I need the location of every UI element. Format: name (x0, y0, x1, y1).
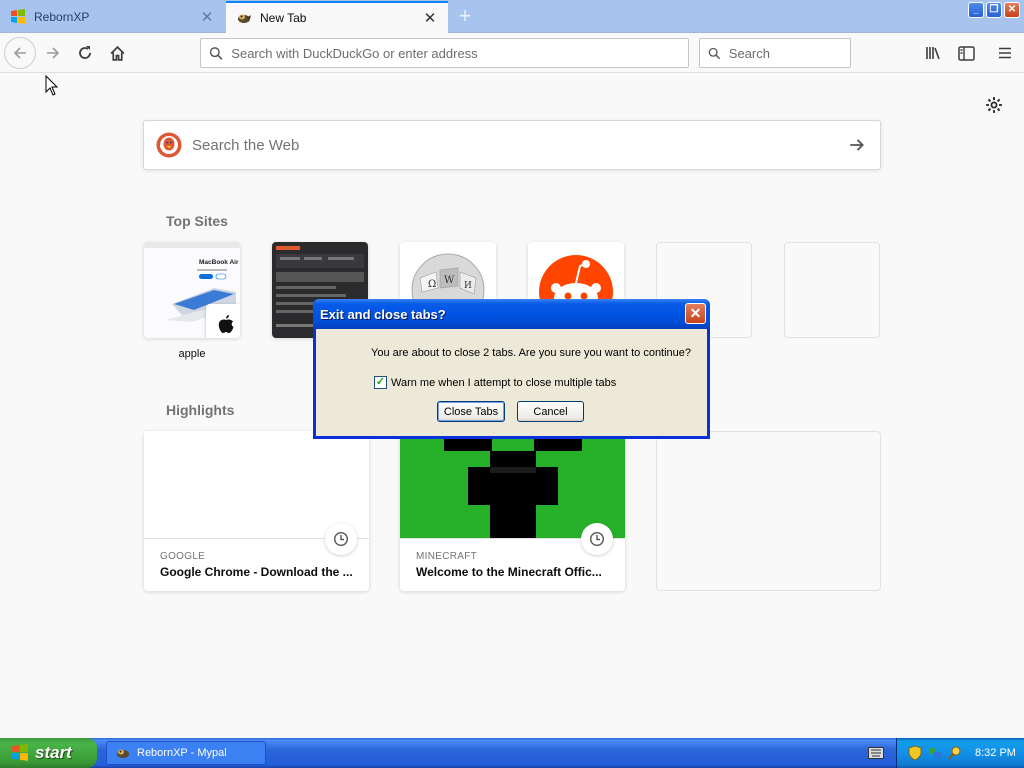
sidebar-icon (957, 45, 975, 61)
svg-text:W: W (444, 275, 455, 286)
url-input[interactable] (231, 45, 688, 61)
window-controls: _ ❐ ✕ (968, 2, 1020, 18)
reload-button[interactable] (69, 37, 101, 69)
library-icon (926, 47, 940, 60)
windows-flag-icon (12, 744, 28, 761)
close-icon[interactable]: ✕ (199, 9, 215, 26)
tab-label: RebornXP (34, 10, 90, 24)
sidebar-button[interactable] (950, 37, 982, 69)
close-icon[interactable]: ✕ (422, 10, 438, 27)
highlight-empty-slot (656, 431, 881, 591)
search-tray-icon[interactable] (947, 745, 963, 761)
close-tabs-dialog: Exit and close tabs? ✕ You are about to … (313, 299, 710, 439)
close-tabs-button[interactable]: Close Tabs (437, 401, 505, 422)
svg-text:И: И (464, 281, 472, 291)
checkbox-checked-icon[interactable]: ✓ (374, 376, 387, 389)
warn-multiple-tabs-checkbox[interactable]: ✓ Warn me when I attempt to close multip… (374, 376, 616, 389)
top-site-label: apple (178, 348, 206, 360)
search-icon (209, 46, 223, 60)
mouse-cursor-icon (45, 75, 59, 96)
back-button[interactable] (4, 37, 36, 69)
taskbar-item-label: RebornXP - Mypal (137, 747, 227, 759)
keyboard-icon[interactable] (868, 747, 884, 762)
history-clock-icon (581, 523, 613, 555)
newtab-settings-button[interactable] (982, 93, 1006, 117)
search-bar[interactable] (699, 38, 851, 68)
window-close-button[interactable]: ✕ (1004, 2, 1020, 18)
clock: 8:32 PM (975, 747, 1016, 759)
forward-arrow-icon (47, 47, 60, 59)
url-bar[interactable] (200, 38, 689, 68)
tab-new-tab[interactable]: New Tab ✕ (226, 1, 448, 33)
top-site-thumbnail: MacBook Air (144, 242, 240, 338)
dialog-titlebar[interactable]: Exit and close tabs? ✕ (313, 299, 710, 329)
history-clock-icon (325, 523, 357, 555)
highlight-card-google[interactable]: GOOGLE Google Chrome - Download the ... (144, 431, 369, 591)
forward-button[interactable] (37, 37, 69, 69)
dialog-message: You are about to close 2 tabs. Are you s… (371, 347, 692, 359)
restore-button[interactable]: ❐ (986, 2, 1002, 18)
highlight-title: Welcome to the Minecraft Offic... (416, 565, 602, 579)
mypal-bird-icon (236, 10, 252, 26)
back-arrow-icon (13, 47, 26, 59)
apple-preview-title: MacBook Air (199, 259, 239, 266)
gear-icon (986, 97, 1002, 113)
security-shield-icon[interactable] (907, 745, 923, 761)
taskbar: start RebornXP - Mypal 8:32 PM (0, 738, 1024, 768)
start-label: start (35, 743, 72, 762)
cancel-button[interactable]: Cancel (517, 401, 584, 422)
search-icon (708, 47, 721, 59)
tab-strip: RebornXP ✕ New Tab ✕ + _ ❐ ✕ (0, 0, 1024, 33)
empty-tile (784, 242, 880, 338)
web-search-box[interactable] (143, 120, 881, 170)
tab-rebornxp[interactable]: RebornXP ✕ (0, 1, 225, 33)
minimize-button[interactable]: _ (968, 2, 984, 18)
dialog-close-button[interactable]: ✕ (685, 303, 706, 324)
menu-button[interactable] (989, 37, 1021, 69)
dialog-title: Exit and close tabs? (320, 306, 446, 322)
navigation-toolbar (0, 33, 1024, 73)
apple-logo-icon (218, 315, 234, 333)
svg-text:Ω: Ω (428, 279, 436, 290)
search-input[interactable] (728, 45, 850, 61)
taskbar-item-mypal[interactable]: RebornXP - Mypal (106, 741, 266, 765)
tab-label: New Tab (260, 11, 307, 25)
home-icon (110, 45, 124, 61)
highlight-source: GOOGLE (160, 551, 206, 562)
system-tray: 8:32 PM (896, 738, 1024, 768)
highlight-source: MINECRAFT (416, 551, 478, 562)
highlight-title: Google Chrome - Download the ... (160, 565, 353, 579)
arrow-right-icon[interactable] (848, 136, 866, 154)
mypal-bird-icon (117, 749, 129, 758)
web-search-input[interactable] (192, 136, 848, 154)
duckduckgo-logo-icon (156, 132, 182, 158)
new-tab-button[interactable]: + (452, 4, 478, 30)
home-button[interactable] (101, 37, 133, 69)
hamburger-menu-icon (999, 47, 1011, 59)
top-site-empty-slot (784, 242, 880, 338)
top-site-apple[interactable]: MacBook Air apple (144, 242, 240, 360)
apple-logo-badge (206, 304, 240, 338)
highlights-heading: Highlights (166, 402, 235, 418)
start-button[interactable]: start (0, 738, 97, 768)
top-sites-heading: Top Sites (166, 213, 228, 229)
highlight-card-minecraft[interactable]: MINECRAFT Welcome to the Minecraft Offic… (400, 431, 625, 591)
network-icon[interactable] (927, 745, 943, 761)
windows-logo-icon (10, 9, 26, 25)
reload-icon (79, 46, 91, 59)
library-button[interactable] (918, 37, 950, 69)
checkbox-label: Warn me when I attempt to close multiple… (391, 376, 617, 389)
